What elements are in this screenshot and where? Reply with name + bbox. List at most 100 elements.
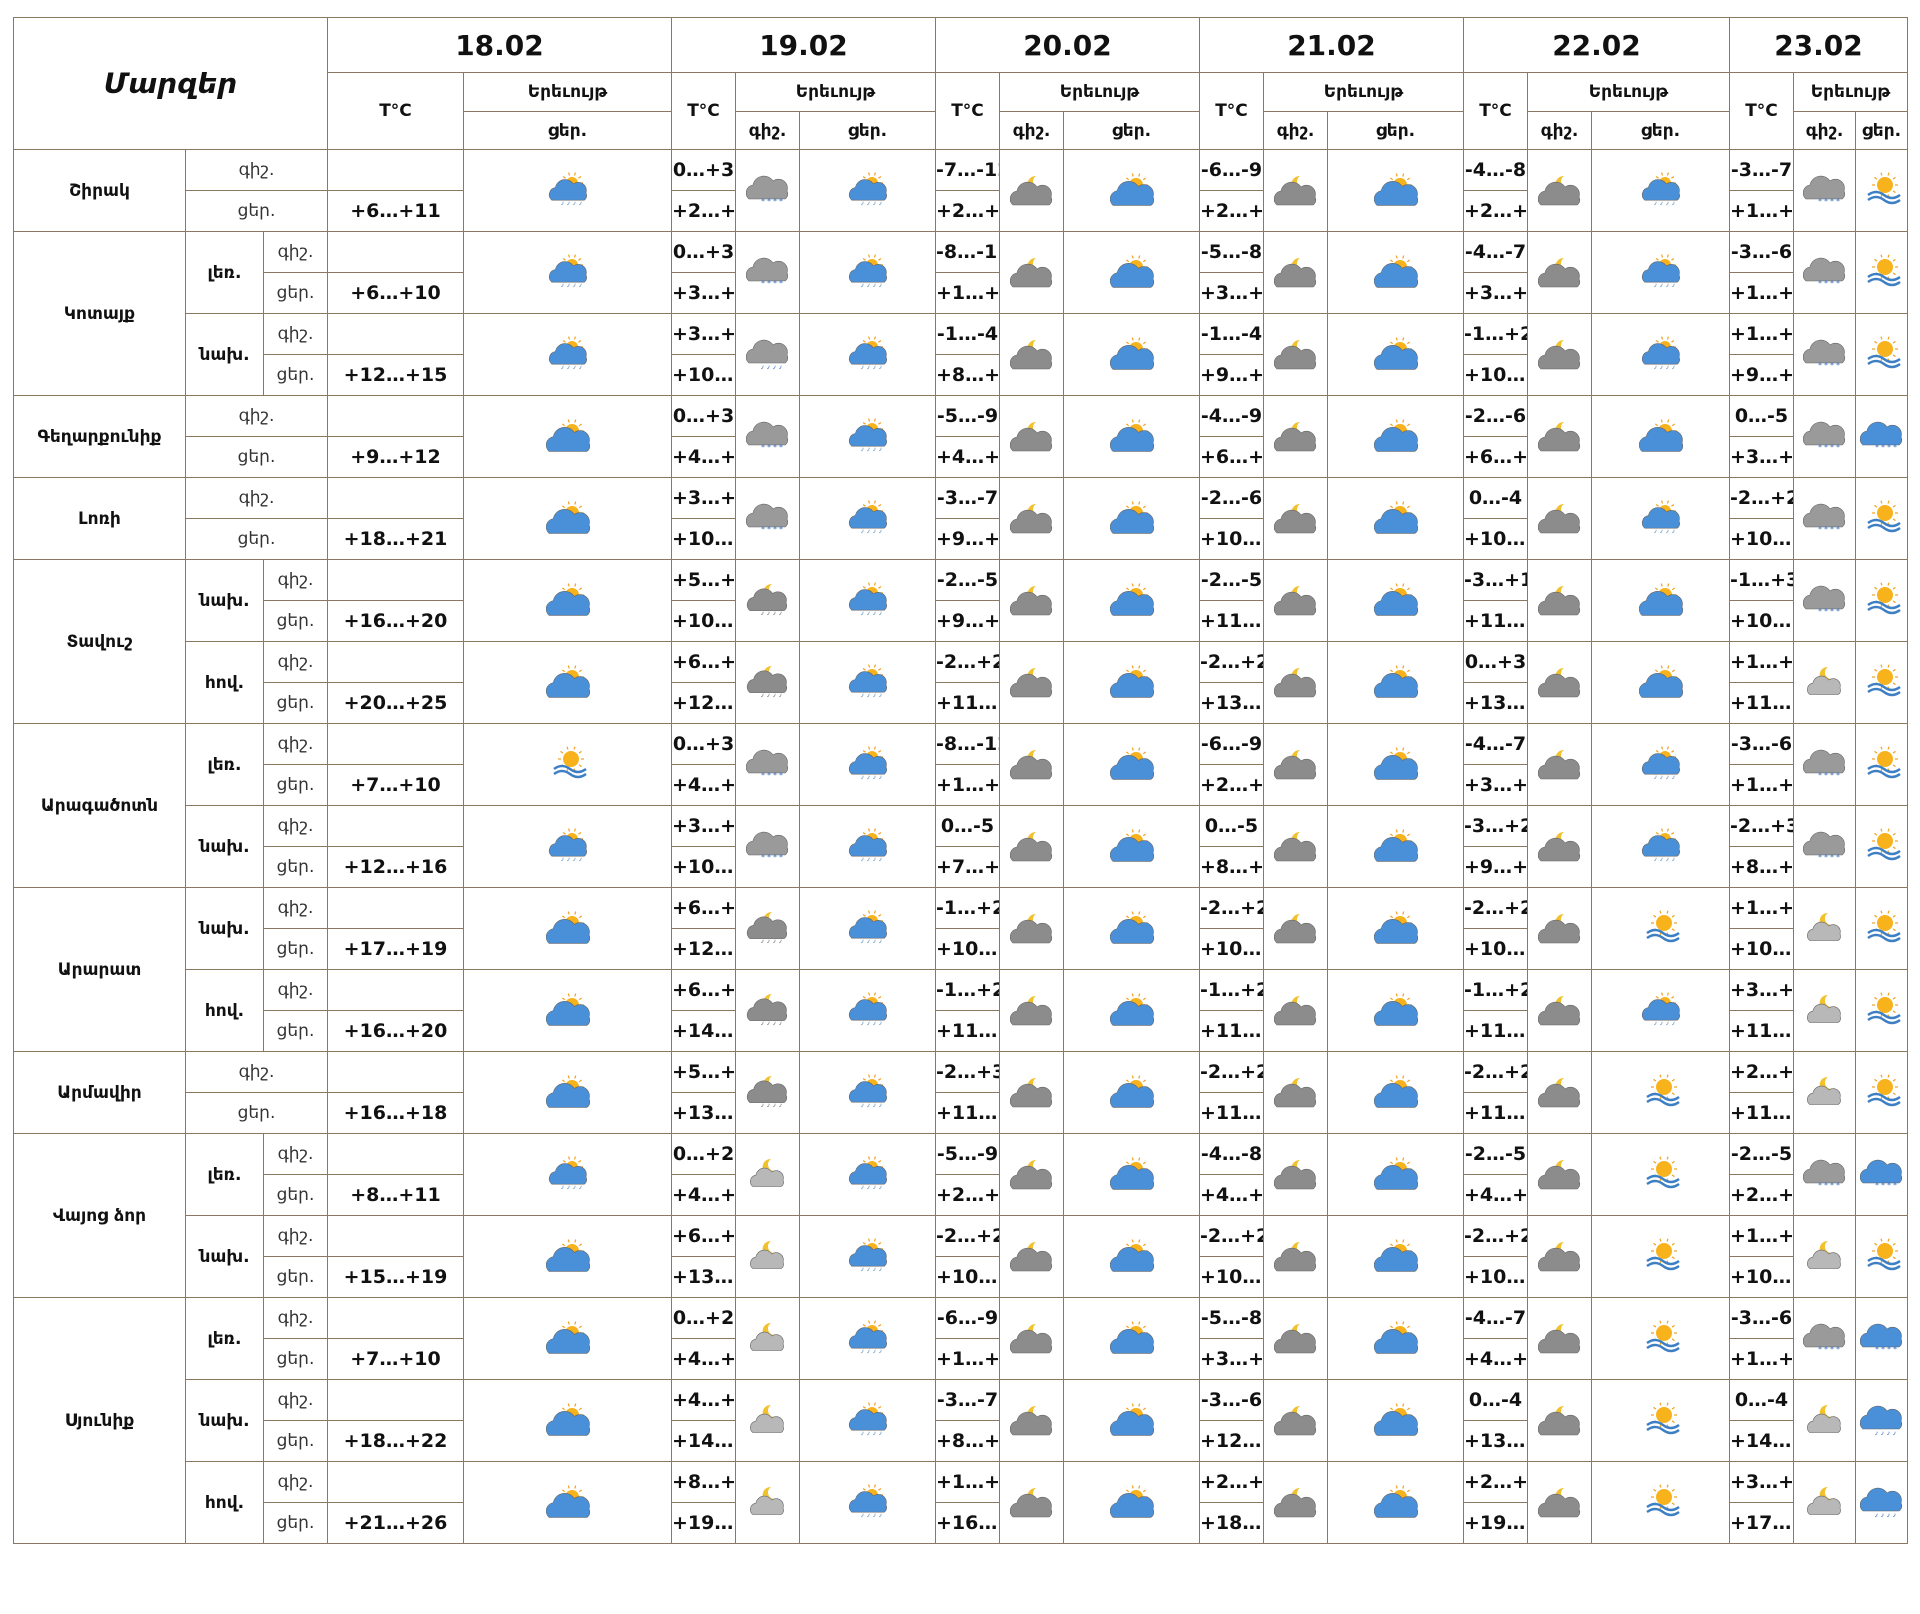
temperature-range: +15…+19 (327, 1256, 464, 1298)
pc-icon (999, 641, 1064, 724)
temperature-range: +3…+6 (671, 272, 736, 314)
temperature-range: +10…+14 (1463, 518, 1528, 560)
period-night: գիշ. (263, 1297, 328, 1339)
snow-icon: * * * * (1793, 395, 1856, 478)
event-night-header: գիշ. (999, 111, 1064, 150)
period-night: գիշ. (185, 477, 328, 519)
svg-text:٫: ٫ (867, 279, 870, 288)
ps-icon (1327, 723, 1464, 806)
svg-text:*: * (1824, 1181, 1828, 1190)
svg-text:٫: ٫ (1881, 1427, 1884, 1436)
svg-text:٫: ٫ (779, 1099, 782, 1108)
table-row: հով.գիշ.+6…+10٫٫٫٫٫٫٫٫-1…+2-1…+2-1…+2٫٫٫… (14, 969, 1908, 1052)
svg-text:٫: ٫ (1887, 1427, 1890, 1436)
temperature-range (327, 1215, 464, 1257)
svg-text:٫: ٫ (873, 935, 876, 944)
svg-text:*: * (1836, 443, 1840, 452)
svg-text:٫: ٫ (561, 197, 564, 206)
ps-icon (463, 1051, 672, 1134)
pc-icon (1263, 313, 1328, 396)
temperature-range: +6…+10 (1199, 436, 1264, 478)
temperature-range: +4…+8 (671, 436, 736, 478)
temperature-range: -2…+3 (935, 1051, 1000, 1093)
temperature-range: +12…+15 (327, 354, 464, 396)
date-header: 22.02 (1463, 17, 1730, 73)
ps-icon (1063, 149, 1200, 232)
ps-rain-icon: ٫ ٫ ٫ ٫ (463, 313, 672, 396)
table-row: Գեղարքունիք գիշ. 0…+3 * * * * ٫ ٫ ٫ ٫ -5…-9 -4…-9 -2…… (13, 395, 1908, 478)
temperature-range (327, 395, 464, 437)
svg-text:*: * (1836, 1181, 1840, 1190)
svg-text:٫: ٫ (867, 197, 870, 206)
temperature-range: +10…+14 (1199, 1256, 1264, 1298)
snow-icon: * * * * (1793, 231, 1856, 314)
lpc-icon (1793, 1461, 1856, 1544)
ps-rain-icon: ٫ ٫ ٫ ٫ (799, 477, 936, 560)
region-name: Գեղարքունիք (13, 395, 186, 478)
temperature-range: -8…-12 (935, 723, 1000, 765)
pc-icon (999, 395, 1064, 478)
temperature-range: -1…-4 (935, 313, 1000, 355)
temperature-range: +1…+4 (1729, 641, 1794, 683)
svg-text:*: * (1818, 197, 1822, 206)
pc-icon (1263, 1297, 1328, 1380)
svg-text:٫: ٫ (761, 935, 764, 944)
svg-text:*: * (1818, 279, 1822, 288)
svg-text:*: * (1836, 853, 1840, 862)
svg-text:٫: ٫ (1654, 771, 1657, 780)
svg-text:*: * (779, 279, 783, 288)
temperature-range: 0…-4 (1463, 477, 1528, 519)
temperature-range: +7…+12 (935, 846, 1000, 888)
temperature-range: +2…+4 (1729, 1051, 1794, 1093)
temperature-range: +9…+14 (1463, 846, 1528, 888)
pc-icon (1527, 231, 1592, 314)
svg-text:*: * (1875, 1345, 1879, 1354)
region-name: Լոռի (13, 477, 186, 560)
period-night: գիշ. (263, 1379, 328, 1421)
temperature-range: -1…-4 (1199, 313, 1264, 355)
svg-text:٫: ٫ (567, 197, 570, 206)
temperature-range: +11…+14 (1463, 600, 1528, 642)
ps-icon (1063, 231, 1200, 314)
svg-text:*: * (761, 853, 765, 862)
temperature-range: +10…+13 (1463, 354, 1528, 396)
svg-text:٫: ٫ (873, 197, 876, 206)
pc-icon (1263, 887, 1328, 970)
ps-rain-icon: ٫ ٫ ٫ ٫ (1591, 805, 1730, 888)
period-night: գիշ. (185, 1051, 328, 1093)
svg-text:٫: ٫ (861, 1427, 864, 1436)
svg-text:٫: ٫ (1875, 1509, 1878, 1518)
svg-text:٫: ٫ (579, 279, 582, 288)
svg-text:٫: ٫ (867, 771, 870, 780)
svg-text:٫: ٫ (773, 935, 776, 944)
temperature-range: +2…+6 (1199, 1461, 1264, 1503)
svg-text:٫: ٫ (873, 771, 876, 780)
snow-icon: * * * * (1793, 149, 1856, 232)
pc-rain-icon: ٫ ٫ ٫ ٫ (735, 1051, 800, 1134)
temperature-range: -5…-9 (935, 395, 1000, 437)
ps-icon (1327, 805, 1464, 888)
table-row: Կոտայքլեռ.գիշ.٫٫٫٫0…+3****٫٫٫٫-8…-11-5…-… (13, 231, 1908, 396)
region-name: Տավուշ (13, 559, 186, 724)
table-row: Սյունիք լեռ. գիշ. 0…+2 ٫ ٫ ٫ ٫ -6…-9 -5…-8 -4…-7 -3… (13, 1297, 1908, 1544)
event-header: Երեւույթ (1263, 72, 1464, 112)
svg-text:٫: ٫ (573, 853, 576, 862)
temperature-range: +3…+7 (671, 805, 736, 847)
sun-storm-icon (1855, 1051, 1908, 1134)
svg-text:٫: ٫ (873, 443, 876, 452)
temperature-range: +21…+26 (327, 1502, 464, 1544)
ps-rain-icon: ٫ ٫ ٫ ٫ (463, 231, 672, 314)
temperature-range (327, 887, 464, 929)
temperature-range: +14…+17 (1729, 1420, 1794, 1462)
ps-rain-icon: ٫ ٫ ٫ ٫ (1591, 149, 1730, 232)
zone-label: լեռ. (185, 1297, 264, 1380)
svg-text:٫: ٫ (879, 771, 882, 780)
ps-icon (1327, 969, 1464, 1052)
svg-text:٫: ٫ (1893, 1427, 1896, 1436)
svg-text:*: * (1875, 443, 1879, 452)
svg-text:٫: ٫ (867, 1509, 870, 1518)
svg-text:٫: ٫ (573, 197, 576, 206)
temperature-range: +5…+8 (671, 1051, 736, 1093)
svg-text:*: * (767, 853, 771, 862)
temperature-range: +11…+13 (1199, 1092, 1264, 1134)
